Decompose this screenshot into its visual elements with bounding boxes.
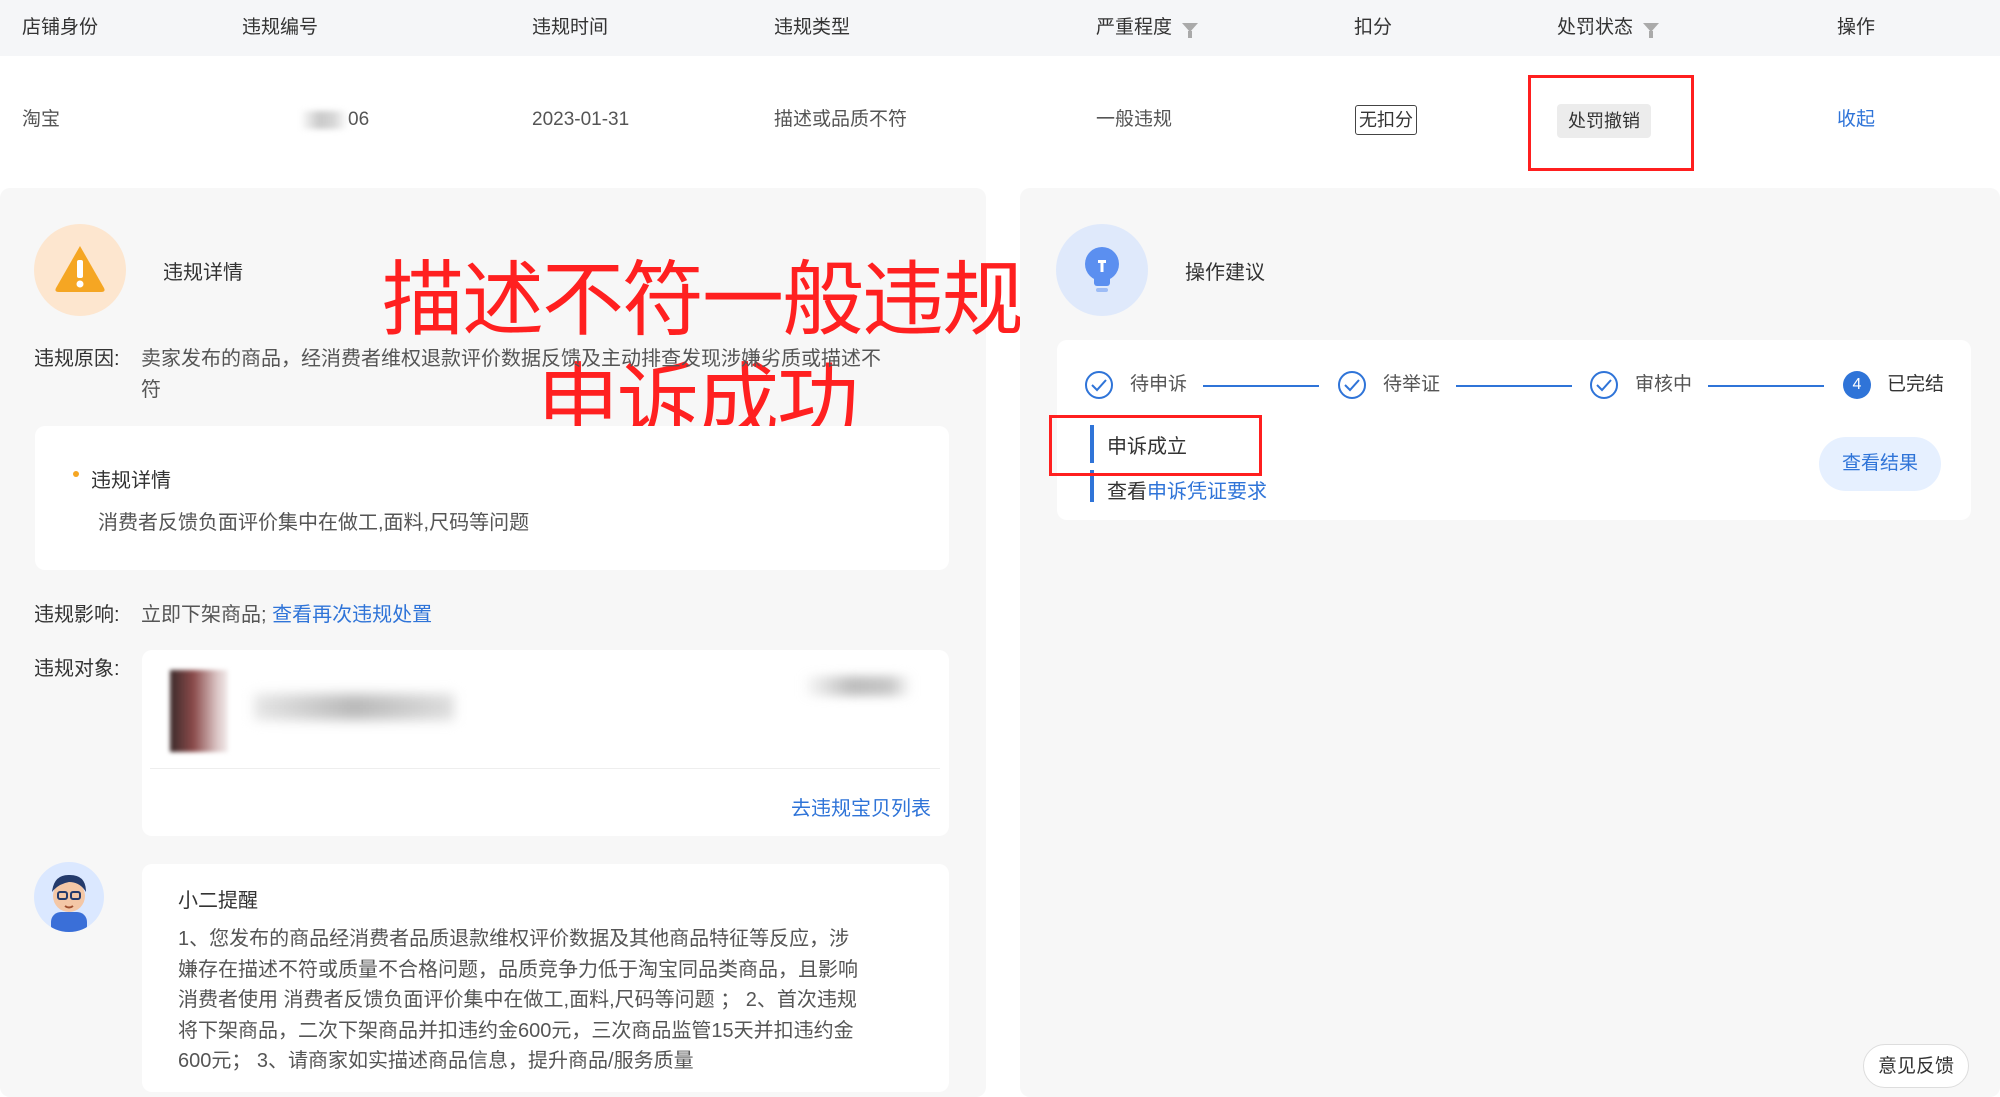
assistant-avatar xyxy=(34,862,104,932)
redacted-product-title xyxy=(254,694,454,720)
header-severity[interactable]: 严重程度 xyxy=(1096,0,1199,56)
result-prefix: 查看 xyxy=(1107,481,1147,503)
view-result-button[interactable]: 查看结果 xyxy=(1819,437,1941,491)
detail-subtitle: 违规详情 xyxy=(91,470,171,492)
step-connector xyxy=(1456,385,1572,387)
header-violation-time: 违规时间 xyxy=(532,17,609,38)
violation-id-suffix: 06 xyxy=(348,109,370,130)
operation-suggestion-panel xyxy=(1020,188,2000,1097)
check-circle-icon xyxy=(1590,371,1618,399)
reminder-line: 将下架商品，二次下架商品并扣违约金600元，三次商品监管15天并扣违约金 xyxy=(178,1019,854,1042)
step-pending-evidence: 待举证 xyxy=(1383,374,1441,395)
reminder-card: 小二提醒 1、您发布的商品经消费者品质退款维权评价数据及其他商品特征等反应，涉 … xyxy=(142,864,949,1092)
warning-icon xyxy=(34,224,126,316)
object-label: 违规对象: xyxy=(34,658,120,680)
step-number-badge: 4 xyxy=(1843,371,1871,399)
violation-detail-title: 违规详情 xyxy=(163,262,243,284)
reminder-line: 嫌存在描述不符或质量不合格问题，品质竞争力低于淘宝同品类商品，且影响 xyxy=(178,958,858,981)
header-points: 扣分 xyxy=(1354,17,1393,38)
reminder-title: 小二提醒 xyxy=(178,890,258,912)
feedback-button[interactable]: 意见反馈 xyxy=(1863,1044,1969,1088)
evidence-requirements-link[interactable]: 申诉凭证要求 xyxy=(1147,481,1267,503)
cell-shop-identity: 淘宝 xyxy=(22,109,61,130)
suggestion-title: 操作建议 xyxy=(1185,262,1265,284)
header-shop-identity: 店铺身份 xyxy=(22,17,99,38)
product-thumbnail xyxy=(170,670,228,752)
check-circle-icon xyxy=(1338,371,1366,399)
repeat-violation-link[interactable]: 查看再次违规处置 xyxy=(272,604,432,626)
header-action: 操作 xyxy=(1837,17,1876,38)
cell-violation-type: 描述或品质不符 xyxy=(774,109,908,130)
header-penalty-status[interactable]: 处罚状态 xyxy=(1557,0,1660,56)
annotation-line1: 描述不符一般违规 xyxy=(382,253,1024,348)
highlight-box-result xyxy=(1049,415,1262,476)
header-violation-type: 违规类型 xyxy=(774,17,851,38)
lightbulb-icon xyxy=(1056,224,1148,316)
step-completed: 已完结 xyxy=(1887,374,1945,395)
reminder-text: 1、您发布的商品经消费者品质退款维权评价数据及其他商品特征等反应，涉 嫌存在描述… xyxy=(178,924,858,1077)
step-connector xyxy=(1203,385,1319,387)
impact-label: 违规影响: xyxy=(34,604,120,626)
reason-label: 违规原因: xyxy=(34,348,120,370)
cell-violation-id: 06 xyxy=(300,104,369,136)
impact-text: 立即下架商品; 查看再次违规处置 xyxy=(141,598,432,627)
reminder-line: 1、您发布的商品经消费者品质退款维权评价数据及其他商品特征等反应，涉 xyxy=(178,928,850,950)
detail-subtext: 消费者反馈负面评价集中在做工,面料,尺码等问题 xyxy=(98,512,530,534)
cell-violation-time: 2023-01-31 xyxy=(532,109,630,130)
check-circle-icon xyxy=(1085,371,1113,399)
reason-text-line2: 符 xyxy=(141,379,161,401)
highlight-box-status xyxy=(1528,75,1694,171)
violation-items-link[interactable]: 去违规宝贝列表 xyxy=(791,792,931,821)
reason-text-line1: 卖家发布的商品，经消费者维权退款评价数据反馈及主动排查发现涉嫌劣质或描述不 xyxy=(141,348,881,370)
cell-severity: 一般违规 xyxy=(1096,109,1173,130)
collapse-link[interactable]: 收起 xyxy=(1837,104,1875,136)
divider xyxy=(150,768,940,769)
reminder-line: 消费者使用 消费者反馈负面评价集中在做工,面料,尺码等问题 ； 2、首次违规 xyxy=(178,989,857,1011)
bullet-dot xyxy=(73,471,79,477)
header-penalty-status-label: 处罚状态 xyxy=(1557,17,1634,38)
points-badge: 无扣分 xyxy=(1355,105,1417,135)
violation-object-card: 去违规宝贝列表 xyxy=(142,650,949,836)
redacted-id xyxy=(300,110,348,129)
impact-value: 立即下架商品; xyxy=(141,604,267,626)
step-reviewing: 审核中 xyxy=(1635,374,1693,395)
table-header: 店铺身份 违规编号 违规时间 违规类型 严重程度 扣分 处罚状态 操作 xyxy=(0,0,2000,56)
step-connector xyxy=(1708,385,1824,387)
filter-icon[interactable] xyxy=(1643,23,1660,39)
filter-icon[interactable] xyxy=(1182,23,1199,39)
header-violation-id: 违规编号 xyxy=(242,17,319,38)
reminder-line: 600元； 3、请商家如实描述商品信息，提升商品/服务质量 xyxy=(178,1050,694,1072)
result-hint: 查看申诉凭证要求 xyxy=(1107,475,1267,504)
redacted-product-info xyxy=(802,676,912,696)
step-pending-appeal: 待申诉 xyxy=(1130,374,1188,395)
header-severity-label: 严重程度 xyxy=(1096,17,1173,38)
detail-card: 违规详情 消费者反馈负面评价集中在做工,面料,尺码等问题 xyxy=(35,426,949,570)
